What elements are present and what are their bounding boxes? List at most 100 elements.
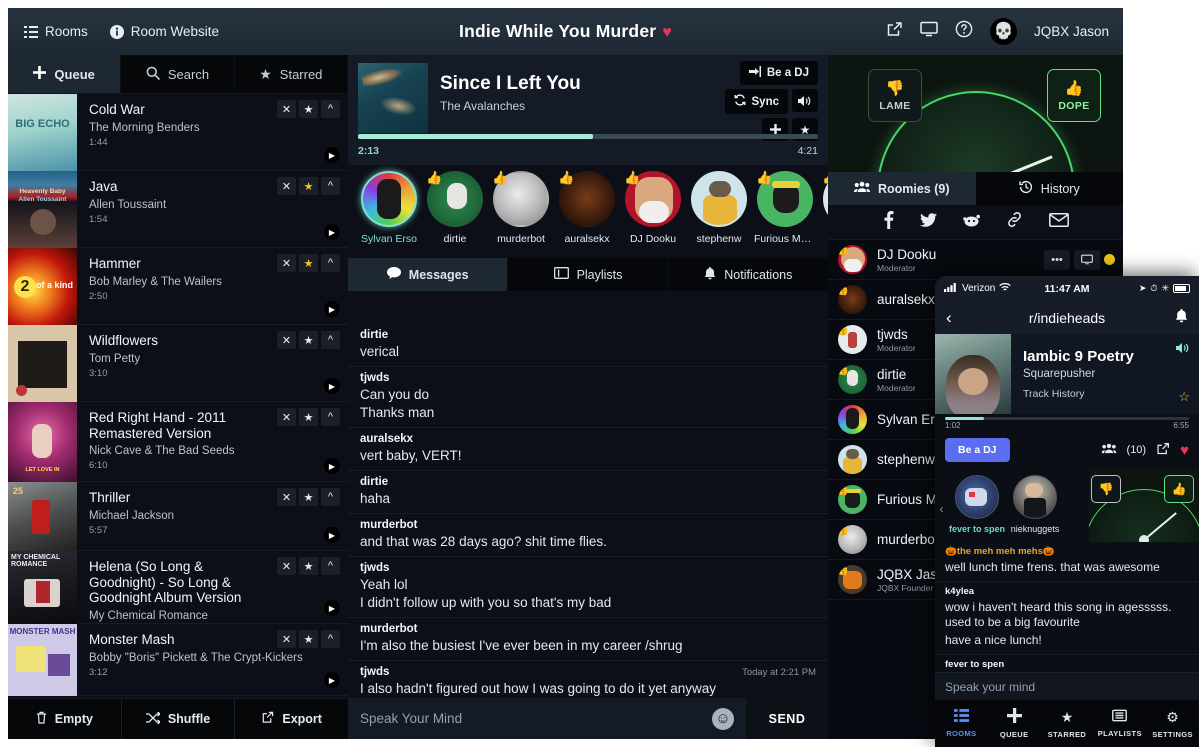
facebook-icon[interactable]	[883, 210, 894, 234]
dope-button[interactable]: 👍	[1164, 475, 1194, 503]
track-history-link[interactable]: Track History	[1023, 388, 1189, 400]
tab-playlists[interactable]: PLAYLISTS	[1093, 700, 1146, 747]
move-up-button[interactable]: ^	[321, 331, 340, 349]
lame-button[interactable]: 👎	[1091, 475, 1121, 503]
move-up-button[interactable]: ^	[321, 254, 340, 272]
bell-icon[interactable]	[1175, 309, 1188, 326]
play-button[interactable]: ▶	[324, 378, 340, 394]
star-button[interactable]: ★	[299, 177, 318, 195]
move-up-button[interactable]: ^	[321, 408, 340, 426]
empty-queue-button[interactable]: Empty	[8, 699, 122, 739]
chat-input[interactable]: Speak Your Mind	[348, 711, 712, 726]
link-icon[interactable]	[1006, 212, 1023, 232]
move-up-button[interactable]: ^	[321, 100, 340, 118]
dj-slot[interactable]: fever to spen	[948, 475, 1006, 542]
move-up-button[interactable]: ^	[321, 630, 340, 648]
volume-icon[interactable]	[1176, 342, 1190, 357]
remove-button[interactable]: ✕	[277, 630, 296, 648]
play-button[interactable]: ▶	[324, 600, 340, 616]
rooms-button[interactable]: Rooms	[24, 24, 88, 39]
be-a-dj-button[interactable]: Be a DJ	[739, 61, 818, 85]
tab-search[interactable]: Search	[121, 55, 235, 93]
progress-track[interactable]	[945, 417, 1189, 420]
play-button[interactable]: ▶	[324, 527, 340, 543]
chat-messages[interactable]: dirtie verical tjwds Can you do Thanks m…	[348, 324, 828, 698]
table-row[interactable]: LET LOVE IN Red Right Hand - 2011 Remast…	[8, 402, 348, 482]
play-button[interactable]: ▶	[324, 301, 340, 317]
tab-starred[interactable]: ★ STARRED	[1041, 700, 1094, 747]
tab-queue[interactable]: QUEUE	[988, 700, 1041, 747]
tab-queue[interactable]: Queue	[8, 55, 122, 93]
export-button[interactable]: Export	[235, 699, 348, 739]
shuffle-button[interactable]: Shuffle	[122, 699, 236, 739]
people-icon[interactable]	[1101, 443, 1117, 457]
screen-icon[interactable]	[1074, 249, 1100, 270]
dj-slot[interactable]: stephenw	[686, 171, 752, 258]
twitter-icon[interactable]	[919, 212, 937, 232]
heart-icon[interactable]: ♥	[1180, 442, 1189, 459]
dj-slot[interactable]: 👍 auralsekx	[554, 170, 620, 258]
dj-slot[interactable]: nieknuggets	[1006, 475, 1064, 542]
send-button[interactable]: SEND	[746, 698, 828, 739]
volume-icon[interactable]	[792, 89, 818, 112]
play-button[interactable]: ▶	[324, 224, 340, 240]
progress-track[interactable]	[358, 134, 818, 139]
avatar[interactable]: 💀	[989, 18, 1017, 45]
chevron-left-icon[interactable]: ‹	[935, 475, 948, 542]
table-row[interactable]: BIG ECHO Cold War The Morning Benders 1:…	[8, 94, 348, 171]
table-row[interactable]: MY CHEMICAL ROMANCE Helena (So Long & Goo…	[8, 551, 348, 636]
lame-button[interactable]: 👎 LAME	[868, 69, 922, 122]
remove-button[interactable]: ✕	[277, 254, 296, 272]
tab-playlists[interactable]: Playlists	[508, 258, 669, 291]
play-button[interactable]: ▶	[324, 672, 340, 688]
table-row[interactable]: 25 Thriller Michael Jackson 5:57 ✕ ★ ^ ▶	[8, 482, 348, 551]
table-row[interactable]: Wildflowers Tom Petty 3:10 ✕ ★ ^ ▶	[8, 325, 348, 402]
play-button[interactable]: ▶	[324, 458, 340, 474]
remove-button[interactable]: ✕	[277, 408, 296, 426]
mail-icon[interactable]	[1048, 212, 1069, 232]
table-row[interactable]: MONSTER MASH Monster Mash Bobby "Boris" …	[8, 624, 348, 696]
table-row[interactable]: 2 of a kind Hammer Bob Marley & The Wail…	[8, 248, 348, 325]
phone-chat-messages[interactable]: 🎃the meh meh mehs🎃 well lunch time frens…	[935, 542, 1199, 672]
tab-rooms[interactable]: ROOMS	[935, 700, 988, 747]
emoji-icon[interactable]: ☺	[712, 707, 734, 730]
help-icon[interactable]	[955, 20, 973, 43]
share-icon[interactable]	[1156, 442, 1170, 459]
username-label[interactable]: JQBX Jason	[1034, 24, 1109, 39]
play-button[interactable]: ▶	[324, 147, 340, 163]
tab-history[interactable]: History	[975, 172, 1123, 205]
share-icon[interactable]	[886, 21, 903, 43]
dj-slot[interactable]: 👍 Furious Maxi...	[752, 170, 818, 258]
table-row[interactable]: Heavenly Baby Allen Toussaint Java Allen…	[8, 171, 348, 248]
star-button[interactable]: ★	[299, 488, 318, 506]
dope-button[interactable]: 👍 DOPE	[1047, 69, 1101, 122]
remove-button[interactable]: ✕	[277, 557, 296, 575]
dj-slot[interactable]: 👍 DJ Dooku	[620, 170, 686, 258]
move-up-button[interactable]: ^	[321, 177, 340, 195]
screen-icon[interactable]	[920, 21, 938, 42]
star-button[interactable]: ★	[299, 630, 318, 648]
dj-slot[interactable]: 👍 murderbot	[488, 170, 554, 258]
tab-roomies[interactable]: Roomies (9)	[828, 172, 976, 205]
dj-slot[interactable]: 👍	[818, 170, 828, 258]
star-button[interactable]: ★	[299, 408, 318, 426]
tab-settings[interactable]: ⚙ SETTINGS	[1146, 700, 1199, 747]
sync-button[interactable]: Sync	[724, 89, 788, 114]
dj-slot[interactable]: 👍 dirtie	[422, 170, 488, 258]
remove-button[interactable]: ✕	[277, 100, 296, 118]
tab-notifications[interactable]: Notifications	[668, 258, 828, 291]
phone-chat-input[interactable]: Speak your mind	[935, 672, 1199, 700]
tab-messages[interactable]: Messages	[348, 258, 509, 291]
tab-starred[interactable]: ★ Starred	[234, 55, 348, 93]
reddit-icon[interactable]	[962, 212, 980, 232]
be-a-dj-button[interactable]: Be a DJ	[945, 438, 1010, 462]
remove-button[interactable]: ✕	[277, 331, 296, 349]
star-button[interactable]: ★	[299, 100, 318, 118]
remove-button[interactable]: ✕	[277, 177, 296, 195]
list-item[interactable]: 👍 DJ Dooku Moderator •••	[828, 240, 1123, 280]
move-up-button[interactable]: ^	[321, 488, 340, 506]
star-button[interactable]: ★	[299, 557, 318, 575]
star-button[interactable]: ★	[299, 331, 318, 349]
dj-slot[interactable]: Sylvan Erso	[356, 171, 422, 258]
move-up-button[interactable]: ^	[321, 557, 340, 575]
